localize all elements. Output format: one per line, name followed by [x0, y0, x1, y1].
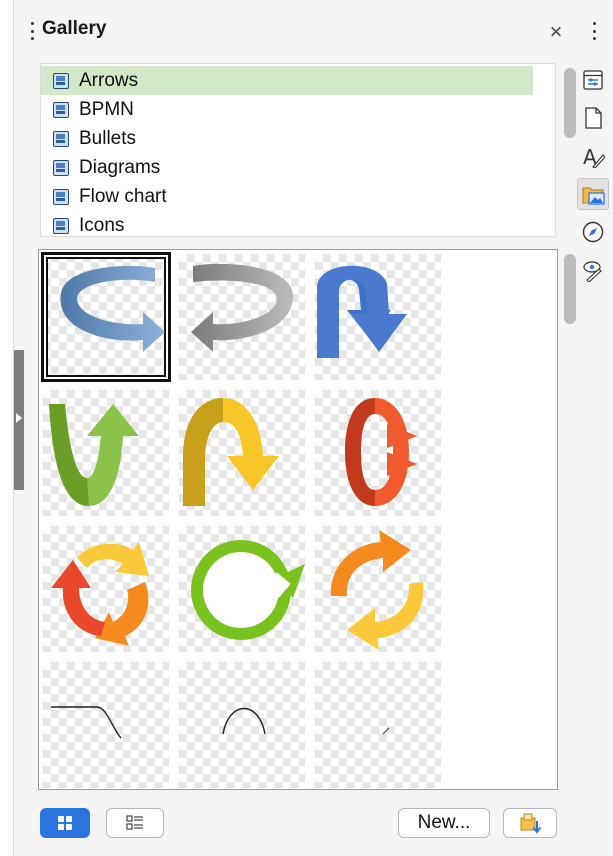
gallery-item[interactable] — [315, 526, 441, 652]
gallery-icon-view[interactable] — [38, 249, 558, 790]
grid-view-icon — [58, 816, 72, 830]
panel-title: Gallery — [42, 18, 107, 39]
style-inspector-deck-icon — [583, 261, 602, 282]
sidebar-collapse-handle[interactable] — [14, 350, 24, 490]
gallery-theme-icon — [53, 159, 69, 176]
panel-grip-icon[interactable] — [31, 22, 34, 40]
theme-item[interactable]: Diagrams — [41, 153, 533, 182]
gallery-theme-icon — [53, 101, 69, 118]
page-deck-icon — [585, 107, 602, 129]
theme-item[interactable]: Flow chart — [41, 182, 533, 211]
line-arch-icon — [222, 707, 266, 735]
gallery-item[interactable] — [315, 390, 441, 516]
sidebar-left-border — [0, 0, 14, 856]
theme-item[interactable]: BPMN — [41, 95, 533, 124]
theme-item-label: Bullets — [79, 127, 137, 149]
ring-arrow-red-icon — [345, 398, 417, 506]
theme-item[interactable]: Icons — [41, 211, 533, 236]
gallery-item[interactable] — [315, 662, 441, 788]
theme-item[interactable]: Arrows — [41, 66, 533, 95]
navigator-deck-icon — [582, 221, 604, 243]
gallery-item[interactable] — [43, 390, 169, 516]
properties-deck-icon — [583, 70, 603, 90]
tabbar-grip-icon[interactable] — [593, 22, 596, 40]
arch-arrow-yellow-icon — [183, 398, 279, 506]
cycle-arrows-orange-icon — [330, 530, 424, 650]
sidebar-tab[interactable]: A — [577, 140, 609, 172]
gallery-theme-icon — [53, 72, 69, 89]
gallery-item[interactable] — [43, 526, 169, 652]
theme-properties-icon — [520, 813, 542, 834]
theme-item-label: Flow chart — [79, 185, 167, 207]
icon-view-button[interactable] — [40, 808, 90, 838]
gallery-item[interactable] — [179, 390, 305, 516]
close-button[interactable]: × — [544, 20, 568, 44]
detail-view-button[interactable] — [106, 808, 164, 838]
cycle-arrows-multicolor-icon — [51, 542, 149, 646]
gallery-theme-icon — [53, 217, 69, 234]
theme-item[interactable]: Bullets — [41, 124, 533, 153]
sidebar-tab[interactable] — [577, 254, 609, 286]
theme-item-label: Icons — [79, 214, 125, 236]
new-theme-button[interactable]: New... — [398, 808, 490, 838]
gallery-panel: Gallery × Arrows BPMN Bullets Diagrams Flow … — [24, 0, 576, 856]
line-curve-down-icon — [51, 706, 122, 739]
expand-triangle-icon — [16, 413, 22, 423]
sidebar-tab-bar: A — [574, 60, 613, 856]
theme-list[interactable]: Arrows BPMN Bullets Diagrams Flow chart Icons — [40, 63, 556, 237]
gallery-item[interactable] — [179, 662, 305, 788]
theme-item-label: Arrows — [79, 69, 139, 91]
sidebar-tab[interactable] — [577, 64, 609, 96]
gallery-item[interactable] — [179, 526, 305, 652]
gallery-item[interactable] — [315, 254, 441, 380]
sidebar-tab[interactable] — [577, 102, 609, 134]
gallery-sidebar: Gallery × Arrows BPMN Bullets Diagrams Flow … — [0, 0, 613, 856]
gallery-item[interactable] — [179, 254, 305, 380]
cycle-arrow-green-icon — [191, 540, 305, 640]
circular-arrow-gray-icon — [191, 263, 294, 352]
gallery-item[interactable] — [41, 252, 171, 382]
line-curve-small-icon — [382, 727, 390, 735]
gallery-theme-icon — [53, 130, 69, 147]
sidebar-tab[interactable] — [577, 216, 609, 248]
gallery-theme-icon — [53, 188, 69, 205]
sidebar-tab[interactable] — [577, 178, 609, 210]
theme-item-label: BPMN — [79, 98, 134, 120]
theme-properties-button[interactable] — [503, 808, 557, 838]
theme-item-label: Diagrams — [79, 156, 161, 178]
u-arrow-green-icon — [49, 404, 139, 506]
styles-deck-icon: A — [583, 145, 605, 168]
list-view-icon — [126, 815, 143, 830]
gallery-deck-icon — [582, 187, 605, 205]
u-turn-arrow-blue-icon — [317, 265, 407, 358]
circular-arrow-blue-icon — [60, 265, 165, 352]
gallery-item[interactable] — [43, 662, 169, 788]
